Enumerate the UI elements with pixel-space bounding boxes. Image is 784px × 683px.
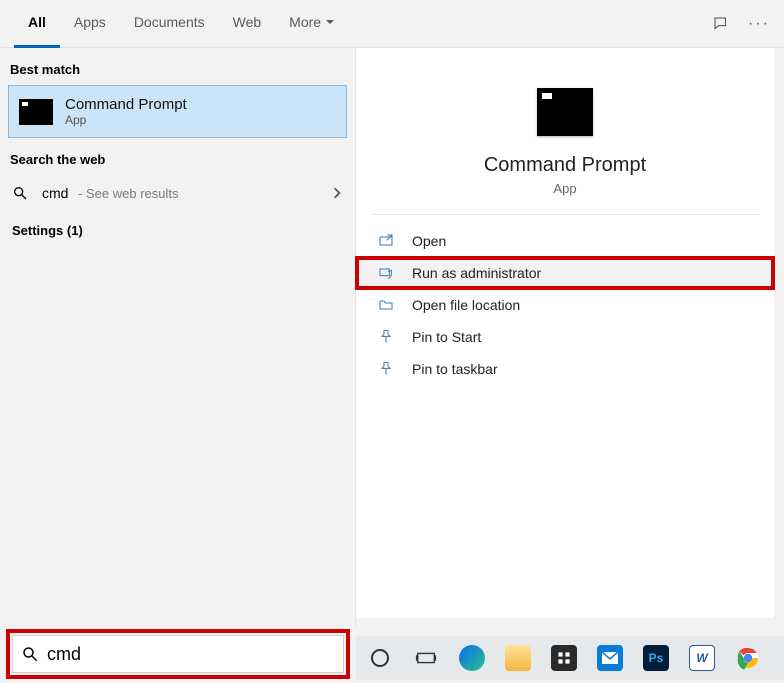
chevron-right-icon	[331, 187, 343, 199]
action-open-file-location-label: Open file location	[412, 297, 520, 313]
web-result-text: cmd - See web results	[42, 185, 331, 201]
search-panel: All Apps Documents Web More ··· Best mat…	[0, 0, 784, 628]
settings-header[interactable]: Settings (1)	[0, 211, 355, 250]
tab-web[interactable]: Web	[219, 0, 276, 48]
taskbar-photoshop[interactable]: Ps	[636, 638, 676, 678]
action-open-label: Open	[412, 233, 446, 249]
search-web-header: Search the web	[0, 138, 355, 175]
tab-more[interactable]: More	[275, 0, 349, 48]
taskbar-mail[interactable]	[590, 638, 630, 678]
chevron-down-icon	[325, 17, 335, 27]
web-result-item[interactable]: cmd - See web results	[0, 175, 355, 211]
open-icon	[378, 233, 396, 249]
tab-more-label: More	[289, 14, 321, 30]
best-match-header: Best match	[0, 48, 355, 85]
pin-icon	[378, 329, 396, 345]
search-box[interactable]	[12, 635, 344, 673]
feedback-icon[interactable]	[712, 15, 730, 33]
taskbar-store[interactable]	[544, 638, 584, 678]
web-result-hint: - See web results	[74, 186, 178, 201]
bottom-bar: Ps W	[0, 628, 784, 680]
preview-column: Command Prompt App Open Run as administr…	[356, 10, 774, 618]
search-input[interactable]	[47, 644, 335, 665]
best-match-item[interactable]: Command Prompt App	[8, 85, 347, 138]
best-match-title: Command Prompt	[65, 96, 187, 113]
action-run-admin-label: Run as administrator	[412, 265, 541, 281]
web-result-query: cmd	[42, 185, 68, 201]
more-options-icon[interactable]: ···	[748, 15, 770, 33]
preview-subtitle: App	[553, 181, 576, 196]
tab-all[interactable]: All	[14, 0, 60, 48]
folder-icon	[378, 297, 396, 313]
taskbar-cortana[interactable]	[360, 638, 400, 678]
tab-documents[interactable]: Documents	[120, 0, 219, 48]
action-run-as-administrator[interactable]: Run as administrator	[356, 257, 774, 289]
pin-icon	[378, 361, 396, 377]
action-pin-taskbar[interactable]: Pin to taskbar	[356, 353, 774, 385]
taskbar: Ps W	[356, 636, 784, 680]
best-match-subtitle: App	[65, 113, 187, 127]
tab-apps[interactable]: Apps	[60, 0, 120, 48]
command-prompt-icon	[537, 88, 593, 136]
action-pin-start[interactable]: Pin to Start	[356, 321, 774, 353]
search-box-highlight	[6, 629, 350, 679]
search-icon	[12, 185, 32, 201]
taskbar-chrome[interactable]	[728, 638, 768, 678]
action-pin-taskbar-label: Pin to taskbar	[412, 361, 498, 377]
preview-hero: Command Prompt App	[372, 58, 758, 215]
command-prompt-icon	[19, 99, 53, 125]
action-open[interactable]: Open	[356, 225, 774, 257]
action-open-file-location[interactable]: Open file location	[356, 289, 774, 321]
taskbar-task-view[interactable]	[406, 638, 446, 678]
preview-title: Command Prompt	[484, 154, 646, 177]
preview-actions: Open Run as administrator Open file loca…	[356, 215, 774, 385]
taskbar-file-explorer[interactable]	[498, 638, 538, 678]
taskbar-word[interactable]: W	[682, 638, 722, 678]
search-tabbar: All Apps Documents Web More ···	[0, 0, 784, 48]
admin-shield-icon	[378, 265, 396, 281]
search-icon	[21, 645, 39, 663]
action-pin-start-label: Pin to Start	[412, 329, 481, 345]
results-column: Best match Command Prompt App Search the…	[0, 0, 356, 628]
taskbar-edge[interactable]	[452, 638, 492, 678]
